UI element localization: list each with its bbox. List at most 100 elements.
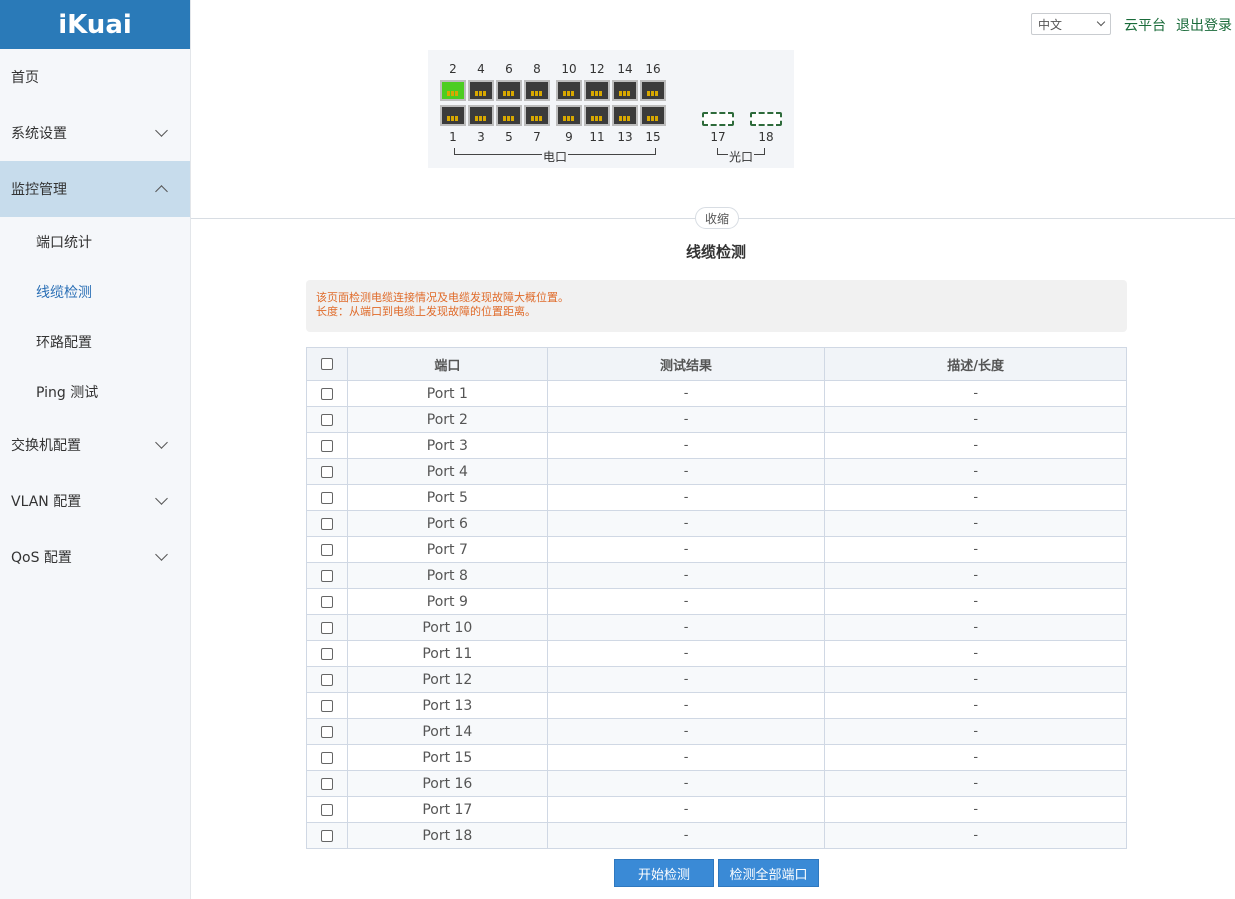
- row-checkbox[interactable]: [320, 491, 333, 504]
- nav-system-settings[interactable]: 系统设置: [0, 105, 190, 161]
- row-checkbox[interactable]: [320, 829, 333, 842]
- row-checkbox[interactable]: [320, 777, 333, 790]
- table-row: Port 1--: [306, 380, 1127, 407]
- ethernet-port-icon[interactable]: [612, 105, 638, 126]
- chevron-down-icon: [155, 548, 168, 561]
- cloud-platform-link[interactable]: 云平台: [1124, 15, 1166, 35]
- sub-ping-test[interactable]: Ping 测试: [0, 367, 190, 417]
- collapse-button[interactable]: 收缩: [695, 207, 739, 229]
- row-checkbox[interactable]: [320, 517, 333, 530]
- row-checkbox[interactable]: [320, 673, 333, 686]
- row-checkbox-cell: [306, 562, 348, 589]
- port-number: 1: [449, 130, 457, 144]
- table-row: Port 3--: [306, 432, 1127, 459]
- nav-monitor-management[interactable]: 监控管理: [0, 161, 190, 217]
- row-checkbox-cell: [306, 770, 348, 797]
- table-row: Port 10- -: [306, 614, 1127, 641]
- row-checkbox[interactable]: [320, 595, 333, 608]
- sidebar: iKuai 首页 系统设置 监控管理 端口统计 线缆检测 环路配置 Ping 测…: [0, 0, 191, 899]
- test-all-ports-button[interactable]: 检测全部端口: [718, 859, 819, 887]
- port-cell: Port 5: [346, 484, 548, 511]
- ethernet-port-icon[interactable]: [524, 80, 550, 101]
- row-checkbox[interactable]: [320, 647, 333, 660]
- sfp-port-icon[interactable]: [702, 112, 734, 126]
- row-checkbox-cell: [306, 692, 348, 719]
- port-led: [563, 116, 575, 121]
- row-checkbox[interactable]: [320, 413, 333, 426]
- logout-link[interactable]: 退出登录: [1176, 15, 1232, 35]
- ethernet-port-icon[interactable]: [468, 105, 494, 126]
- result-cell: -: [546, 666, 826, 693]
- row-checkbox-cell: [306, 406, 348, 433]
- ethernet-port-icon[interactable]: [584, 105, 610, 126]
- row-checkbox[interactable]: [320, 439, 333, 452]
- info-notice: 该页面检测电缆连接情况及电缆发现故障大概位置。 长度：从端口到电缆上发现故障的位…: [306, 280, 1127, 332]
- result-cell: -: [546, 822, 826, 849]
- row-checkbox-cell: [306, 484, 348, 511]
- ethernet-port-icon[interactable]: [440, 80, 466, 101]
- ethernet-port-icon[interactable]: [556, 105, 582, 126]
- table-row: Port 9--: [306, 588, 1127, 615]
- nav-vlan-config[interactable]: VLAN 配置: [0, 473, 190, 529]
- ethernet-port-icon[interactable]: [640, 105, 666, 126]
- row-checkbox[interactable]: [320, 465, 333, 478]
- ethernet-port-icon[interactable]: [584, 80, 610, 101]
- row-checkbox[interactable]: [320, 569, 333, 582]
- nav-switch-config[interactable]: 交换机配置: [0, 417, 190, 473]
- ethernet-port-icon[interactable]: [496, 105, 522, 126]
- nav-qos-config[interactable]: QoS 配置: [0, 529, 190, 585]
- port-cell: Port 6: [346, 510, 548, 537]
- sub-port-stats[interactable]: 端口统计: [0, 217, 190, 267]
- table-row: Port 12- -: [306, 666, 1127, 693]
- start-test-button[interactable]: 开始检测: [614, 859, 714, 887]
- row-checkbox[interactable]: [320, 699, 333, 712]
- info-line-1: 该页面检测电缆连接情况及电缆发现故障大概位置。: [316, 291, 569, 304]
- table-row: Port 17- -: [306, 796, 1127, 823]
- result-cell: -: [546, 640, 826, 667]
- ethernet-port-icon[interactable]: [440, 105, 466, 126]
- ethernet-port-icon[interactable]: [612, 80, 638, 101]
- sfp-port-icon[interactable]: [750, 112, 782, 126]
- port-number: 4: [477, 62, 485, 76]
- select-all-checkbox[interactable]: [320, 358, 333, 370]
- ethernet-port-icon[interactable]: [468, 80, 494, 101]
- table-row: Port 8--: [306, 562, 1127, 589]
- row-checkbox[interactable]: [320, 803, 333, 816]
- port-number: 3: [477, 130, 485, 144]
- port-number: 7: [533, 130, 541, 144]
- port-number: 10: [561, 62, 577, 76]
- row-checkbox-cell: [306, 718, 348, 745]
- desc-cell: -: [824, 510, 1127, 537]
- port-number: 8: [533, 62, 541, 76]
- result-cell: -: [546, 432, 826, 459]
- row-checkbox[interactable]: [320, 387, 333, 400]
- row-checkbox[interactable]: [320, 751, 333, 764]
- info-line-2: 长度：从端口到电缆上发现故障的位置距离。: [316, 305, 536, 318]
- row-checkbox-cell: [306, 458, 348, 485]
- table-row: Port 14- -: [306, 718, 1127, 745]
- sub-cable-test[interactable]: 线缆检测: [0, 267, 190, 317]
- row-checkbox[interactable]: [320, 725, 333, 738]
- table-row: Port 15- -: [306, 744, 1127, 771]
- ethernet-port-icon[interactable]: [524, 105, 550, 126]
- ethernet-port-icon[interactable]: [496, 80, 522, 101]
- nav-monitor-management-label: 监控管理: [11, 182, 67, 198]
- port-cell: Port 2: [346, 406, 548, 433]
- ethernet-port-icon[interactable]: [640, 80, 666, 101]
- ethernet-port-icon[interactable]: [556, 80, 582, 101]
- desc-cell: -: [824, 406, 1127, 433]
- result-cell: -: [546, 718, 826, 745]
- port-number: 15: [645, 130, 661, 144]
- desc-cell: -: [824, 380, 1127, 407]
- port-number: 2: [449, 62, 457, 76]
- sub-loop-config[interactable]: 环路配置: [0, 317, 190, 367]
- row-checkbox-cell: [306, 432, 348, 459]
- port-led: [647, 91, 659, 96]
- nav-home[interactable]: 首页: [0, 49, 190, 105]
- row-checkbox[interactable]: [320, 621, 333, 634]
- language-select[interactable]: 中文: [1031, 13, 1111, 35]
- port-led: [619, 91, 631, 96]
- port-cell: Port 12: [346, 666, 548, 693]
- port-cell: Port 11: [346, 640, 548, 667]
- row-checkbox[interactable]: [320, 543, 333, 556]
